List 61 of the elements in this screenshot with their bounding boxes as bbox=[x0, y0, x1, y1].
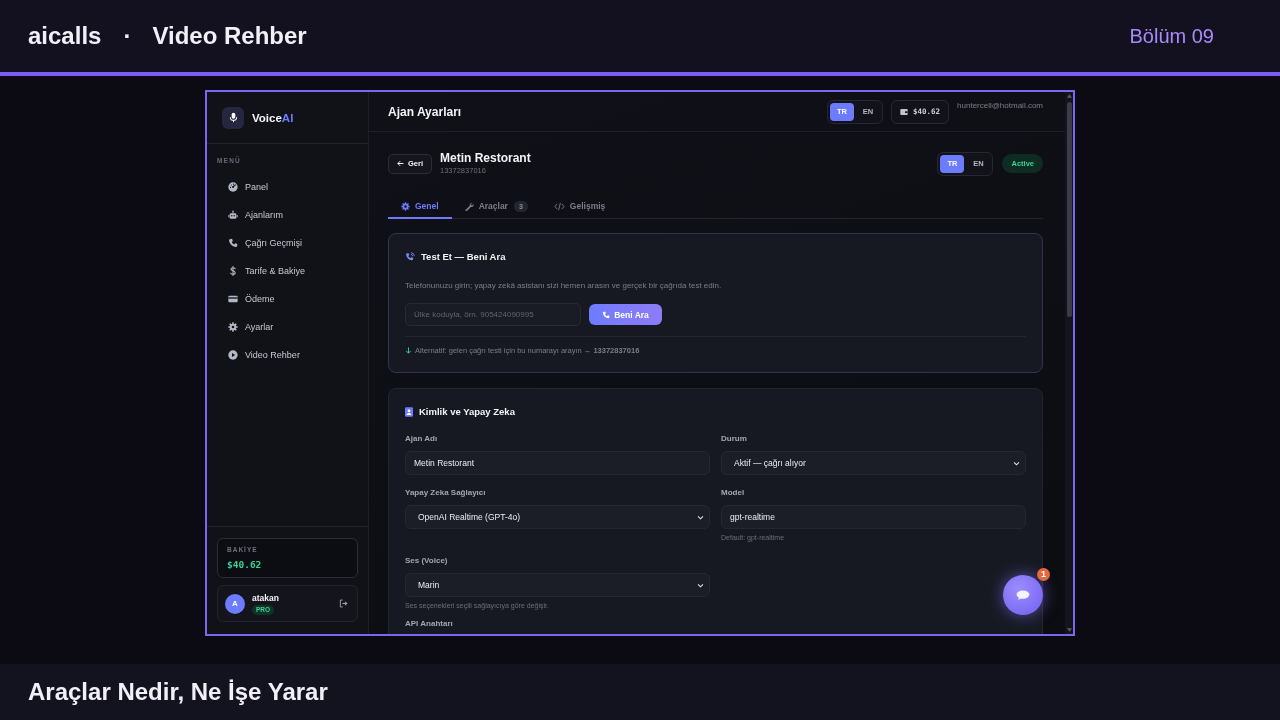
text-input[interactable]: gpt-realtime bbox=[721, 505, 1026, 529]
wallet-icon bbox=[899, 107, 908, 116]
user-email: huntercell@hotmail.com bbox=[957, 101, 1043, 110]
lesson-title: Araçlar Nedir, Ne İşe Yarar bbox=[28, 678, 328, 706]
sidebar-item[interactable]: Ödeme bbox=[215, 285, 360, 313]
field-label: Yapay Zeka Sağlayıcı bbox=[405, 487, 486, 498]
chat-bubble-icon bbox=[1016, 590, 1030, 600]
tab[interactable]: Gelişmiş bbox=[540, 195, 619, 219]
phone-icon bbox=[602, 310, 611, 319]
section-label: API Anahtarı bbox=[405, 618, 453, 629]
credit-card-icon bbox=[228, 294, 238, 304]
scrollbar[interactable] bbox=[1065, 92, 1073, 634]
id-card-icon bbox=[405, 407, 413, 417]
gauge-icon bbox=[228, 182, 238, 192]
card-description: Telefonunuzu girin; yapay zekâ asistanı sizi hemen arasın ve gerçek bir çağrıda test edin. bbox=[405, 280, 723, 291]
chevron-down-icon bbox=[697, 581, 704, 589]
logout-icon[interactable] bbox=[339, 599, 348, 608]
field-label: Durum bbox=[721, 433, 747, 444]
scroll-down-arrow-icon[interactable] bbox=[1066, 628, 1072, 632]
sidebar-item[interactable]: Çağrı Geçmişi bbox=[215, 229, 360, 257]
phone-icon bbox=[228, 238, 238, 248]
brand-name: aicalls bbox=[28, 22, 102, 50]
field-label: Ses (Voice) bbox=[405, 555, 448, 566]
card-title: Kimlik ve Yapay Zeka bbox=[419, 405, 515, 419]
down-arrow-icon bbox=[405, 346, 412, 355]
robot-icon bbox=[228, 210, 238, 220]
sidebar-item[interactable]: Ajanlarım bbox=[215, 201, 360, 229]
text-input[interactable]: Metin Restorant bbox=[405, 451, 710, 475]
page-title: Ajan Ayarları bbox=[388, 104, 462, 119]
select-dropdown[interactable]: Aktif — çağrı alıyor bbox=[721, 451, 1026, 475]
card-title: Test Et — Beni Ara bbox=[421, 250, 506, 264]
sidebar-item[interactable]: Tarife & Bakiye bbox=[215, 257, 360, 285]
wrench-icon bbox=[464, 201, 474, 211]
user-name: atakan bbox=[252, 592, 279, 603]
code-icon bbox=[553, 201, 565, 211]
field-label: Ajan Adı bbox=[405, 433, 438, 444]
sidebar-item[interactable]: Panel bbox=[215, 173, 360, 201]
balance-amount: $40.62 bbox=[227, 559, 262, 570]
scroll-up-arrow-icon[interactable] bbox=[1066, 94, 1072, 98]
separator: · bbox=[123, 22, 132, 50]
series-title: Video Rehber bbox=[152, 22, 307, 50]
select-dropdown[interactable]: Marin bbox=[405, 573, 710, 597]
logo-text: VoiceAI bbox=[252, 111, 294, 124]
play-icon bbox=[228, 350, 238, 360]
gear-icon bbox=[228, 322, 238, 332]
sidebar-item[interactable]: Ayarlar bbox=[215, 313, 360, 341]
phone-call-icon bbox=[405, 252, 415, 262]
field-label: Model bbox=[721, 487, 745, 498]
select-dropdown[interactable]: OpenAI Realtime (GPT-4o) bbox=[405, 505, 710, 529]
agent-name: Metin Restorant bbox=[440, 151, 531, 166]
arrow-left-icon bbox=[397, 160, 404, 167]
chevron-down-icon bbox=[1013, 459, 1020, 467]
tab[interactable]: Genel bbox=[388, 195, 452, 219]
episode-label: Bölüm 09 bbox=[1129, 24, 1214, 48]
microphone-icon bbox=[222, 106, 244, 129]
chevron-down-icon bbox=[697, 513, 704, 521]
sidebar-item[interactable]: Video Rehber bbox=[215, 341, 360, 369]
gear-icon bbox=[401, 201, 410, 211]
user-avatar: A bbox=[225, 593, 245, 614]
dollar-icon bbox=[228, 266, 238, 276]
scrollbar-thumb[interactable] bbox=[1066, 102, 1072, 317]
